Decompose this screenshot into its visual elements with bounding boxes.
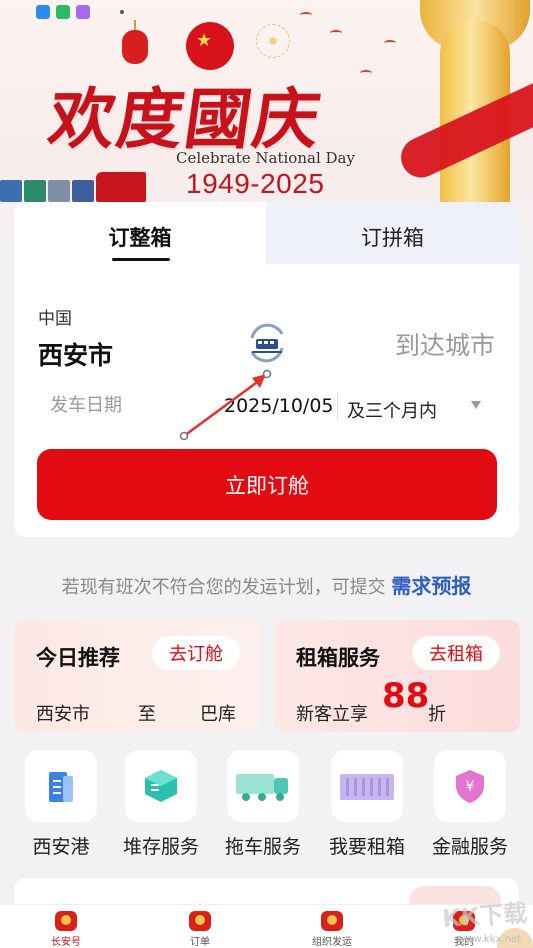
more-notifications-dot (120, 10, 124, 14)
origin-city[interactable]: 西安市 (38, 336, 113, 372)
chevron-down-icon[interactable] (471, 401, 481, 409)
storage-cube-icon (145, 770, 177, 802)
building-icon (49, 772, 73, 802)
promo-title: 今日推荐 (36, 646, 120, 670)
status-bar (0, 0, 533, 24)
lantern-icon (122, 20, 148, 64)
container-rental-card[interactable]: 租箱服务 去租箱 新客立享 88 折 (274, 620, 520, 732)
service-trucking[interactable]: 拖车服务 (213, 750, 313, 859)
service-label: 堆存服务 (122, 836, 199, 858)
departure-date-label: 发车日期 (50, 395, 122, 416)
go-book-button[interactable]: 去订舱 (152, 636, 240, 670)
truck-icon (236, 774, 288, 801)
route-to-word: 至 (138, 704, 156, 725)
date-divider (337, 392, 338, 420)
tab-label: 订整箱 (108, 226, 172, 250)
orders-icon (189, 911, 211, 931)
demand-forecast-hint: 若现有班次不符合您的发运计划，可提交 需求预报 (0, 570, 533, 599)
service-rent-container[interactable]: 我要租箱 (317, 750, 417, 859)
service-label: 我要租箱 (328, 836, 405, 858)
service-label: 西安港 (32, 836, 90, 858)
service-grid: 西安港 堆存服务 拖车服务 我要租箱 ¥ 金融服务 (0, 750, 533, 860)
service-label: 金融服务 (431, 836, 508, 858)
route-destination: 巴库 (200, 704, 236, 725)
nav-item-shipping[interactable]: 组织发运 (292, 911, 372, 948)
dove-icon (384, 40, 396, 46)
today-recommend-card[interactable]: 今日推荐 去订舱 西安市 至 巴库 (14, 620, 260, 732)
discount-prefix: 新客立享 (296, 704, 368, 725)
train-icon (0, 168, 148, 202)
watermark-logo: KK下载 (441, 899, 529, 933)
banner-title: 欢度國庆 (43, 80, 327, 158)
nav-label: 组织发运 (312, 937, 352, 948)
discount-suffix: 折 (428, 704, 446, 725)
app-notification-icon (76, 5, 90, 19)
service-storage[interactable]: 堆存服务 (111, 750, 211, 859)
banner-subtitle: Celebrate National Day (176, 149, 355, 167)
dove-icon (360, 70, 372, 76)
origin-country[interactable]: 中国 (38, 304, 72, 329)
service-icon-box (125, 750, 197, 822)
home-icon (55, 911, 77, 931)
tab-full-container[interactable]: 订整箱 (14, 202, 266, 264)
service-icon-box (331, 750, 403, 822)
svg-text:¥: ¥ (466, 779, 475, 795)
route-origin: 西安市 (36, 704, 90, 725)
swap-route-icon[interactable] (244, 320, 290, 366)
promo-title: 租箱服务 (296, 646, 380, 670)
app-notification-icon (36, 5, 50, 19)
hint-text: 若现有班次不符合您的发运计划，可提交 (61, 577, 386, 598)
service-icon-box: ¥ (434, 750, 506, 822)
finance-shield-icon: ¥ (456, 770, 484, 803)
shipping-icon (321, 911, 343, 931)
nav-item-orders[interactable]: 订单 (160, 911, 240, 948)
book-now-button[interactable]: 立即订舱 (37, 449, 497, 520)
service-xian-port[interactable]: 西安港 (11, 750, 111, 859)
departure-date-value[interactable]: 2025/10/05 (224, 395, 334, 417)
booking-card: 订整箱 订拼箱 中国 西安市 到达城市 发车日期 2025/10/05 及三个月… (14, 202, 519, 537)
nav-item-changan[interactable]: 长安号 (26, 911, 106, 948)
service-finance[interactable]: ¥ 金融服务 (420, 750, 520, 859)
service-icon-box (25, 750, 97, 822)
nav-label: 长安号 (51, 937, 81, 948)
service-icon-box (227, 750, 299, 822)
tab-consolidated-container[interactable]: 订拼箱 (266, 202, 519, 264)
destination-city-input[interactable]: 到达城市 (395, 326, 495, 362)
go-rent-button[interactable]: 去租箱 (412, 636, 500, 670)
booking-tabs: 订整箱 订拼箱 (14, 202, 519, 264)
watermark-url: www.kkx.net (457, 934, 521, 945)
nav-label: 订单 (190, 937, 210, 948)
app-notification-icon (56, 5, 70, 19)
dove-icon (330, 30, 342, 36)
firework-icon (256, 24, 290, 58)
active-tab-indicator (112, 258, 170, 261)
service-label: 拖车服务 (224, 836, 301, 858)
container-icon (340, 774, 394, 800)
tab-label: 订拼箱 (361, 226, 424, 250)
demand-forecast-link[interactable]: 需求预报 (391, 574, 471, 598)
banner-years: 1949-2025 (186, 168, 325, 199)
national-flag-icon: ★ (186, 22, 234, 70)
date-range-select[interactable]: 及三个月内 (347, 397, 437, 423)
discount-value: 88 (382, 676, 430, 716)
